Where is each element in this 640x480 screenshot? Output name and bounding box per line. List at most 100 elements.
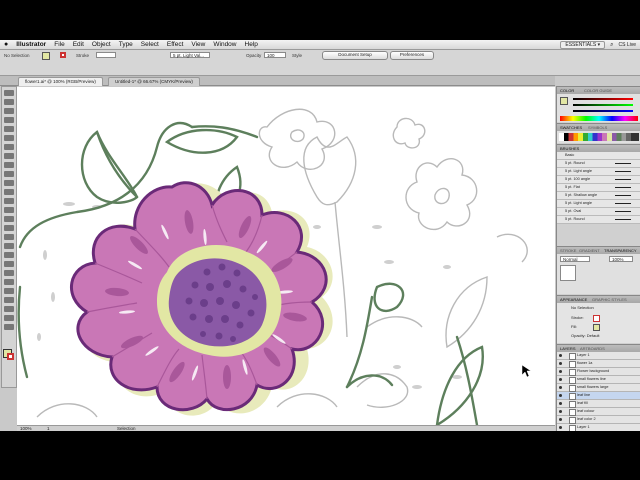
eye-icon[interactable] <box>559 362 562 365</box>
layer-row[interactable]: Layer 1 <box>557 352 640 360</box>
brush-row[interactable]: 5 pt. 100 angle <box>557 176 640 184</box>
menu-window[interactable]: Window <box>209 41 240 48</box>
tab-transparency[interactable]: TRANSPARENCY <box>601 247 640 254</box>
eraser-tool-icon[interactable] <box>4 180 14 186</box>
search-icon[interactable]: ⌕ <box>610 42 613 49</box>
layer-row[interactable]: flower 1a <box>557 360 640 368</box>
appearance-fill[interactable]: Fill: <box>571 324 577 329</box>
mesh-tool-icon[interactable] <box>4 243 14 249</box>
selection-tool-icon[interactable] <box>4 90 14 96</box>
brush-row[interactable]: 5 pt. Round <box>557 160 640 168</box>
layer-row[interactable]: small flowers line <box>557 376 640 384</box>
zoom-level[interactable]: 100% <box>20 426 32 431</box>
eye-icon[interactable] <box>559 402 562 405</box>
layer-row[interactable]: leaf color 2 <box>557 416 640 424</box>
swatches-grid[interactable] <box>557 131 640 143</box>
rectangle-tool-icon[interactable] <box>4 144 14 150</box>
document-setup-button[interactable]: Document Setup <box>322 51 388 60</box>
stroke-color-box[interactable] <box>7 353 14 360</box>
rgb-slider-r[interactable] <box>573 98 633 100</box>
tab-color[interactable]: COLOR <box>557 87 577 94</box>
eye-icon[interactable] <box>559 410 562 413</box>
slice-tool-icon[interactable] <box>4 306 14 312</box>
artboard-tool-icon[interactable] <box>4 297 14 303</box>
graph-tool-icon[interactable] <box>4 288 14 294</box>
rgb-slider-b[interactable] <box>573 110 633 112</box>
fill-swatch[interactable] <box>42 52 50 60</box>
opacity-field[interactable]: 100 <box>264 52 286 58</box>
shape-builder-tool-icon[interactable] <box>4 225 14 231</box>
rotate-tool-icon[interactable] <box>4 189 14 195</box>
free-transform-tool-icon[interactable] <box>4 216 14 222</box>
stroke-weight-field[interactable] <box>96 52 116 58</box>
menu-file[interactable]: File <box>50 41 68 48</box>
layer-row[interactable]: leaf colour <box>557 408 640 416</box>
brush-row[interactable]: 5 pt. Light angle <box>557 200 640 208</box>
layer-row-selected[interactable]: leaf line <box>557 392 640 400</box>
color-spectrum[interactable] <box>560 116 638 121</box>
menu-object[interactable]: Object <box>88 41 115 48</box>
rgb-slider-g[interactable] <box>573 104 633 106</box>
appearance-stroke[interactable]: Stroke: <box>571 315 584 320</box>
tab-gradient[interactable]: GRADIENT <box>576 247 603 254</box>
menu-view[interactable]: View <box>187 41 209 48</box>
tab-layers[interactable]: LAYERS <box>557 345 579 352</box>
symbol-sprayer-tool-icon[interactable] <box>4 279 14 285</box>
menu-edit[interactable]: Edit <box>69 41 88 48</box>
brush-row[interactable]: 5 pt. Shallow angle <box>557 192 640 200</box>
brush-row[interactable]: 5 pt. Light angle <box>557 168 640 176</box>
appearance-opacity[interactable]: Opacity: Default <box>571 333 599 338</box>
pencil-tool-icon[interactable] <box>4 162 14 168</box>
pen-tool-icon[interactable] <box>4 117 14 123</box>
scale-tool-icon[interactable] <box>4 198 14 204</box>
tab-graphic-styles[interactable]: GRAPHIC STYLES <box>589 296 630 303</box>
tab-symbols[interactable]: SYMBOLS <box>585 124 610 131</box>
eye-icon[interactable] <box>559 394 562 397</box>
type-tool-icon[interactable] <box>4 126 14 132</box>
tab-artboards[interactable]: ARTBOARDS <box>577 345 608 352</box>
magic-wand-tool-icon[interactable] <box>4 108 14 114</box>
tab-color-guide[interactable]: COLOR GUIDE <box>581 87 615 94</box>
apple-menu-icon[interactable]: ● <box>0 41 12 48</box>
tab-appearance[interactable]: APPEARANCE <box>557 296 590 303</box>
paintbrush-tool-icon[interactable] <box>4 153 14 159</box>
stroke-swatch[interactable] <box>60 52 66 58</box>
brush-row[interactable]: Basic <box>557 152 640 160</box>
eye-icon[interactable] <box>559 370 562 373</box>
menu-select[interactable]: Select <box>137 41 163 48</box>
brush-row[interactable]: 5 pt. Flat <box>557 184 640 192</box>
transparency-opacity-field[interactable]: 100% <box>609 256 633 262</box>
eye-icon[interactable] <box>559 418 562 421</box>
fill-color-preview[interactable] <box>560 97 568 105</box>
eye-icon[interactable] <box>559 386 562 389</box>
menu-app-name[interactable]: Illustrator <box>12 41 50 48</box>
fill-swatch-small[interactable] <box>593 324 600 331</box>
gradient-tool-icon[interactable] <box>4 252 14 258</box>
layer-row[interactable]: leaf fill <box>557 400 640 408</box>
direct-selection-tool-icon[interactable] <box>4 99 14 105</box>
tab-swatches[interactable]: SWATCHES <box>557 124 585 131</box>
eye-icon[interactable] <box>559 354 562 357</box>
eye-icon[interactable] <box>559 378 562 381</box>
eyedropper-tool-icon[interactable] <box>4 261 14 267</box>
cs-live-label[interactable]: CS Live <box>618 42 636 48</box>
blend-tool-icon[interactable] <box>4 270 14 276</box>
artboard-canvas[interactable] <box>17 87 555 425</box>
brush-row[interactable]: 5 pt. Round <box>557 216 640 224</box>
layer-row[interactable]: small flowers large <box>557 384 640 392</box>
blob-brush-tool-icon[interactable] <box>4 171 14 177</box>
artboard-number[interactable]: 1 <box>47 426 50 431</box>
workspace-switcher[interactable]: ESSENTIALS ▾ <box>560 41 606 49</box>
tab-brushes[interactable]: BRUSHES <box>557 145 582 152</box>
line-tool-icon[interactable] <box>4 135 14 141</box>
menu-effect[interactable]: Effect <box>163 41 188 48</box>
zoom-tool-icon[interactable] <box>4 324 14 330</box>
eye-icon[interactable] <box>559 426 562 429</box>
brush-row[interactable]: 5 pt. Oval <box>557 208 640 216</box>
layer-row[interactable]: Layer 1 <box>557 424 640 431</box>
menu-type[interactable]: Type <box>115 41 137 48</box>
menu-help[interactable]: Help <box>241 41 262 48</box>
doc-tab-untitled[interactable]: Untitled-1* @ 66.67% (CMYK/Preview) <box>108 77 200 86</box>
warp-tool-icon[interactable] <box>4 207 14 213</box>
perspective-tool-icon[interactable] <box>4 234 14 240</box>
